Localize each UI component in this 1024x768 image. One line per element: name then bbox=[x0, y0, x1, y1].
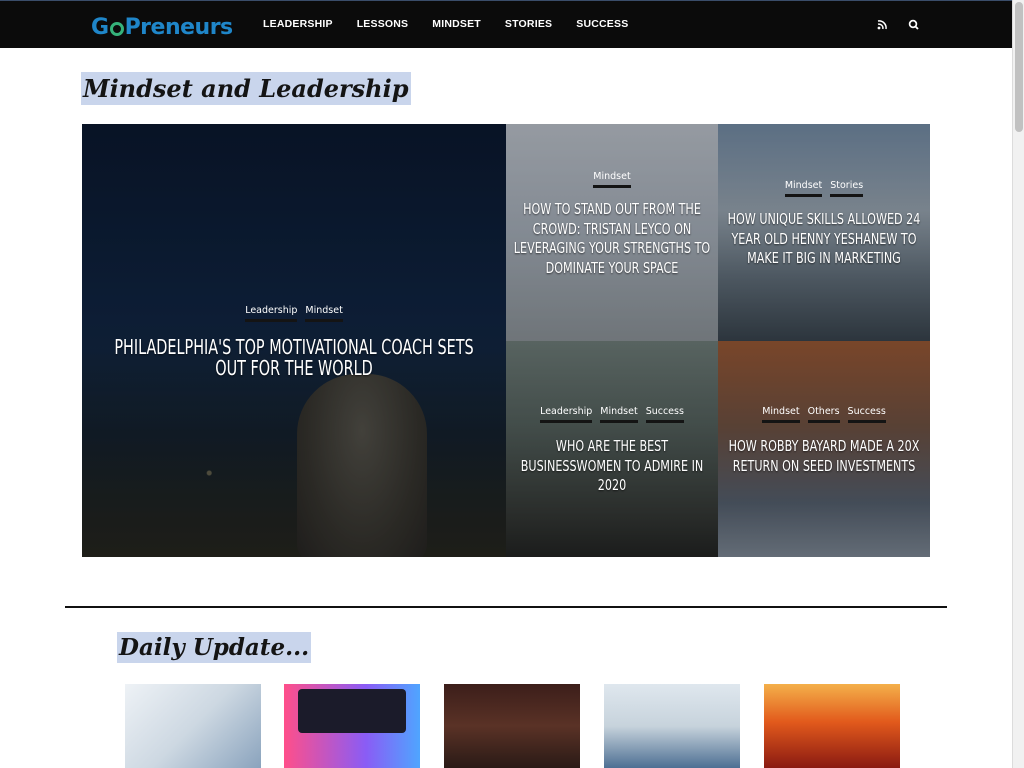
category-tag[interactable]: Leadership bbox=[245, 305, 298, 322]
logo-text-pre: G bbox=[91, 14, 109, 40]
article-title[interactable]: HOW TO STAND OUT FROM THE CROWD: TRISTAN… bbox=[507, 200, 717, 278]
featured-article-businesswomen[interactable]: Leadership Mindset Success WHO ARE THE B… bbox=[506, 341, 718, 557]
article-title[interactable]: PHILADELPHIA'S TOP MOTIVATIONAL COACH SE… bbox=[102, 337, 486, 379]
main-menu: LEADERSHIP LESSONS MINDSET STORIES SUCCE… bbox=[263, 18, 652, 30]
nav-item-lessons[interactable]: LESSONS bbox=[357, 18, 409, 30]
section-heading-mindset-leadership: Mindset and Leadership bbox=[81, 72, 411, 105]
daily-update-thumbnail[interactable] bbox=[764, 684, 900, 768]
category-tag[interactable]: Others bbox=[807, 406, 840, 423]
category-tag[interactable]: Mindset bbox=[593, 171, 631, 188]
nav-item-stories[interactable]: STORIES bbox=[505, 18, 552, 30]
thumbnail-card-graphic bbox=[298, 689, 406, 733]
featured-article-main[interactable]: Leadership Mindset PHILADELPHIA'S TOP MO… bbox=[82, 124, 506, 557]
article-title[interactable]: WHO ARE THE BEST BUSINESSWOMEN TO ADMIRE… bbox=[507, 437, 717, 496]
featured-article-stand-out[interactable]: Mindset HOW TO STAND OUT FROM THE CROWD:… bbox=[506, 124, 718, 341]
category-tag[interactable]: Stories bbox=[830, 180, 864, 197]
article-title[interactable]: HOW ROBBY BAYARD MADE A 20X RETURN ON SE… bbox=[719, 437, 929, 476]
daily-update-thumbnail[interactable] bbox=[444, 684, 580, 768]
page-scrollbar[interactable] bbox=[1012, 0, 1024, 768]
category-list: Mindset Stories bbox=[718, 180, 930, 197]
nav-item-leadership[interactable]: LEADERSHIP bbox=[263, 18, 333, 30]
category-tag[interactable]: Success bbox=[847, 406, 886, 423]
search-icon[interactable] bbox=[905, 16, 923, 34]
top-navigation-bar: G Preneurs LEADERSHIP LESSONS MINDSET STO… bbox=[0, 0, 1012, 48]
category-tag[interactable]: Mindset bbox=[762, 406, 800, 423]
article-title[interactable]: HOW UNIQUE SKILLS ALLOWED 24 YEAR OLD HE… bbox=[719, 210, 929, 269]
category-tag[interactable]: Success bbox=[645, 406, 684, 423]
section-heading-daily-update: Daily Update... bbox=[117, 632, 312, 663]
featured-article-unique-skills[interactable]: Mindset Stories HOW UNIQUE SKILLS ALLOWE… bbox=[718, 124, 930, 341]
category-tag[interactable]: Mindset bbox=[784, 180, 823, 197]
nav-item-success[interactable]: SUCCESS bbox=[576, 18, 628, 30]
category-tag[interactable]: Mindset bbox=[600, 406, 638, 423]
site-logo[interactable]: G Preneurs bbox=[91, 13, 233, 41]
featured-article-robby-bayard[interactable]: Mindset Others Success HOW ROBBY BAYARD … bbox=[718, 341, 930, 557]
scrollbar-thumb[interactable] bbox=[1015, 2, 1023, 132]
rss-icon[interactable] bbox=[873, 16, 891, 34]
daily-update-thumbnail[interactable] bbox=[125, 684, 261, 768]
nav-item-mindset[interactable]: MINDSET bbox=[432, 18, 481, 30]
daily-update-thumbnail[interactable] bbox=[604, 684, 740, 768]
category-tag[interactable]: Mindset bbox=[305, 305, 343, 322]
category-list: Mindset Others Success bbox=[718, 406, 930, 423]
category-tag[interactable]: Leadership bbox=[540, 406, 593, 423]
category-list: Leadership Mindset Success bbox=[506, 406, 718, 423]
category-list: Leadership Mindset bbox=[82, 305, 506, 322]
category-list: Mindset bbox=[506, 171, 718, 188]
logo-o-mark bbox=[109, 22, 124, 36]
logo-text-post: Preneurs bbox=[124, 14, 234, 40]
daily-update-thumbnail[interactable] bbox=[284, 684, 420, 768]
section-divider bbox=[65, 606, 947, 608]
